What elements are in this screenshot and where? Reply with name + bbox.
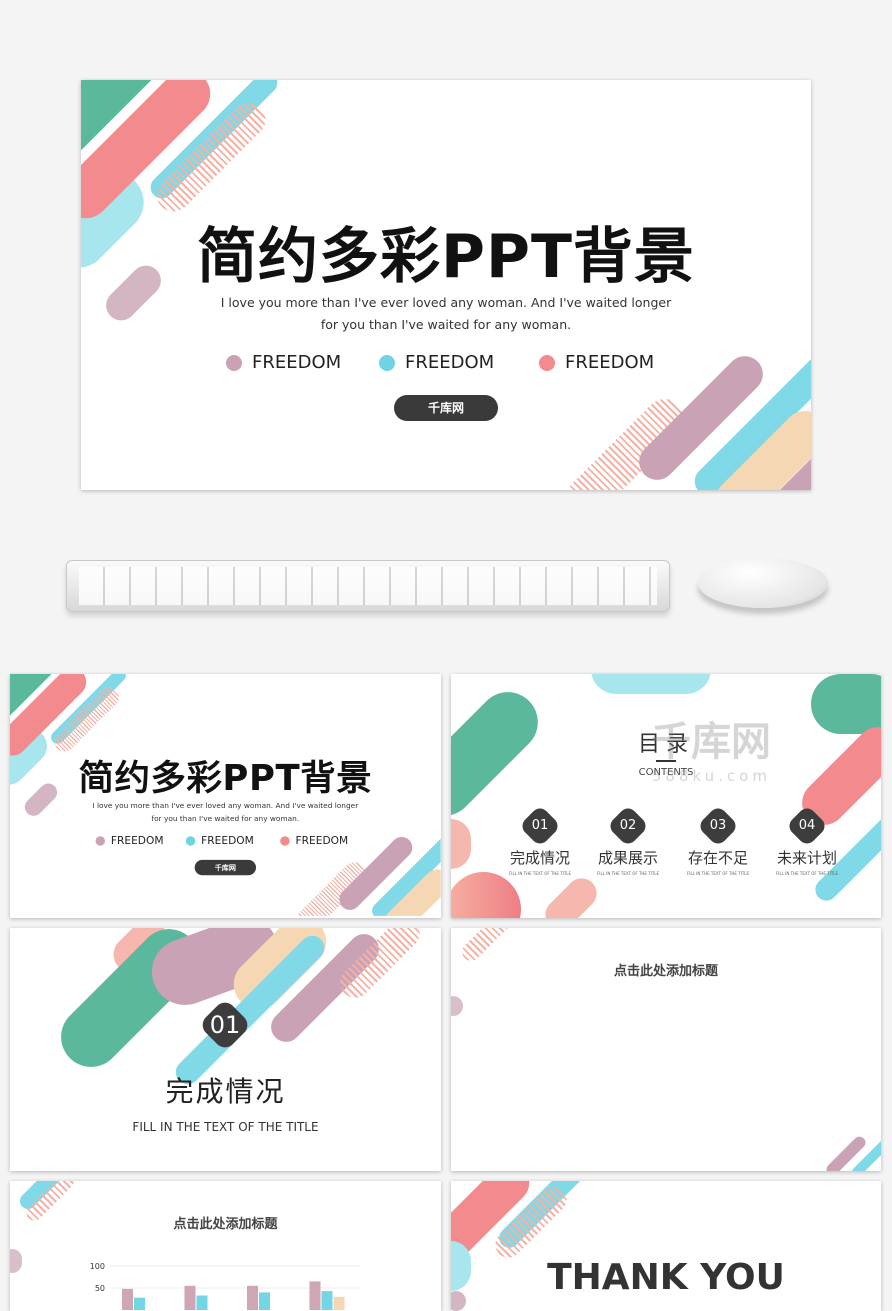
y-tick-label: 100 <box>90 1262 105 1271</box>
number-badge: 02 <box>606 804 650 848</box>
y-tick-label: 50 <box>95 1284 105 1293</box>
slide-title: 简约多彩PPT背景 <box>78 757 373 800</box>
number-badge: 01 <box>198 998 252 1052</box>
bar <box>321 1291 333 1310</box>
thumbnail-cover[interactable]: 简约多彩PPT背景 I love you more than I've ever… <box>10 674 441 918</box>
toc-item[interactable]: 存在不足 FILL IN THE TEXT OF THE TITLE <box>673 847 763 876</box>
watermark: 千库网 588ku.com <box>651 719 771 785</box>
slide-title: 点击此处添加标题 <box>613 964 718 979</box>
dot-icon <box>226 354 242 371</box>
thanks-title: THANK YOU <box>547 1257 785 1298</box>
toc-item[interactable]: 成果展示 FILL IN THE TEXT OF THE TITLE <box>583 847 673 876</box>
number-badge: 04 <box>785 804 829 848</box>
bar <box>309 1281 321 1310</box>
freedom-item: FREEDOM <box>95 834 164 847</box>
thumbnail-thanks[interactable]: THANK YOU <box>451 1181 881 1311</box>
main-slide-cover[interactable]: 简约多彩PPT背景 I love you more than I've ever… <box>81 80 811 490</box>
bar <box>333 1296 345 1310</box>
thumbnail-chart[interactable]: 点击此处添加标题 100 50 <box>10 1181 441 1311</box>
toc-item[interactable]: 未来计划 FILL IN THE TEXT OF THE TITLE <box>762 847 852 876</box>
thumbnail-contents[interactable]: 目录 CONTENTS 01 02 03 04 完成情况 FILL IN THE … <box>451 674 881 918</box>
brand-button: 千库网 <box>194 859 257 876</box>
bar <box>247 1285 258 1310</box>
dot-icon <box>379 354 395 371</box>
brand-button[interactable]: 千库网 <box>394 395 498 421</box>
bar <box>184 1285 196 1310</box>
freedom-item: FREEDOM <box>226 352 341 373</box>
section-subtitle: FILL IN THE TEXT OF THE TITLE <box>132 1120 319 1134</box>
section-title: 完成情况 <box>165 1075 286 1108</box>
freedom-item: FREEDOM <box>379 352 494 373</box>
bar <box>259 1292 270 1310</box>
freedom-item: FREEDOM <box>539 352 654 373</box>
slide-subtitle: I love you more than I've ever loved any… <box>92 800 359 823</box>
slide-title: 简约多彩PPT背景 <box>197 222 695 292</box>
freedom-item: FREEDOM <box>280 834 348 847</box>
number-badge: 03 <box>696 804 740 848</box>
keyboard-image <box>66 560 670 612</box>
dot-icon <box>539 354 555 371</box>
thumbnail-blank[interactable]: 点击此处添加标题 <box>451 928 881 1171</box>
bar-chart: 100 50 <box>90 1262 360 1310</box>
mouse-image <box>698 558 828 608</box>
toc-item[interactable]: 完成情况 FILL IN THE TEXT OF THE TITLE <box>495 847 585 876</box>
decor-circle <box>451 872 521 918</box>
thumbnail-section[interactable]: 01 完成情况 FILL IN THE TEXT OF THE TITLE <box>10 928 441 1171</box>
slide-subtitle: I love you more than I've ever loved any… <box>220 295 672 332</box>
bar <box>122 1288 133 1310</box>
bar <box>196 1295 208 1310</box>
freedom-item: FREEDOM <box>185 834 254 847</box>
number-badge: 01 <box>518 804 562 848</box>
